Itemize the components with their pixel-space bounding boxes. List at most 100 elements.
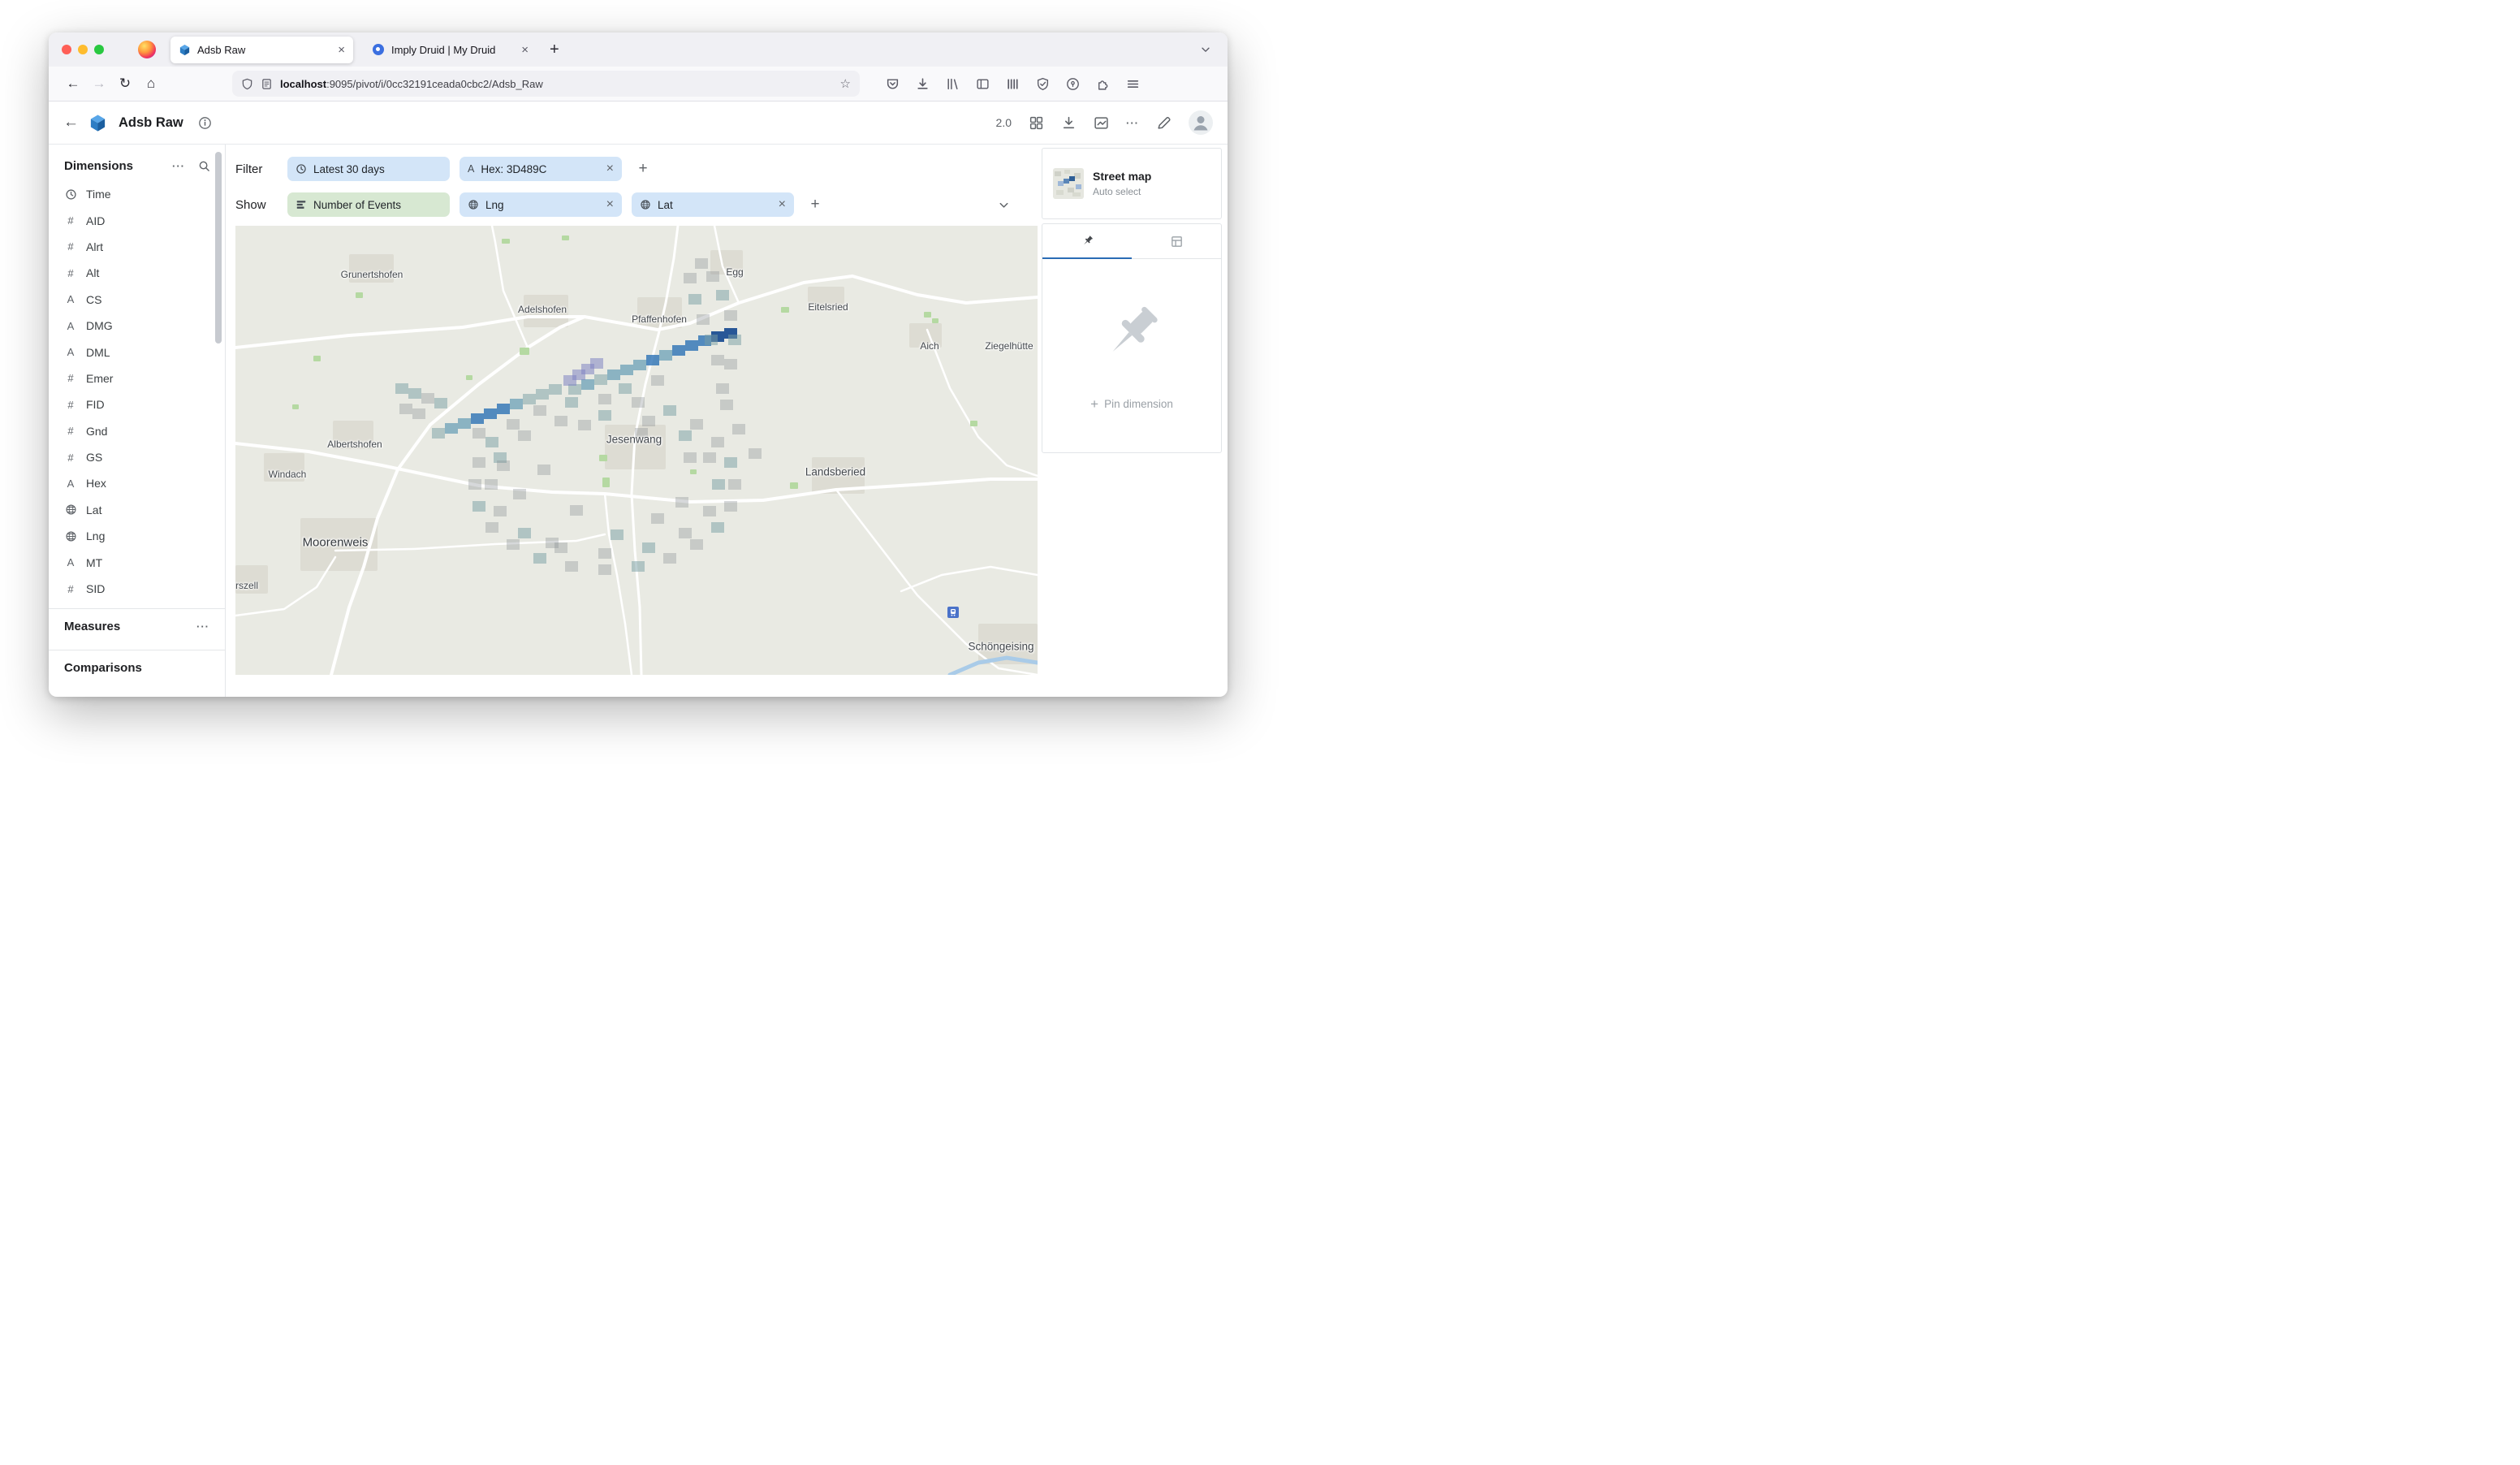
view-options-icon[interactable] xyxy=(1029,115,1044,131)
sidebar-item-time[interactable]: Time xyxy=(49,181,225,207)
show-pill[interactable]: Lng× xyxy=(460,192,622,217)
sidebar-item-emer[interactable]: #Emer xyxy=(49,365,225,391)
sidebar-item-alrt[interactable]: #Alrt xyxy=(49,234,225,260)
library-icon[interactable] xyxy=(946,77,960,91)
heatmap-cell xyxy=(554,416,567,426)
new-tab-button[interactable]: + xyxy=(550,41,559,59)
reload-button[interactable]: ↻ xyxy=(112,71,138,97)
back-button[interactable]: ← xyxy=(60,71,86,97)
url-bar[interactable]: localhost:9095/pivot/i/0cc32191ceada0cbc… xyxy=(232,71,860,97)
info-icon[interactable] xyxy=(198,116,212,130)
user-avatar[interactable] xyxy=(1189,110,1213,135)
sidebar-item-cs[interactable]: ACS xyxy=(49,287,225,313)
sidebar-item-hex[interactable]: AHex xyxy=(49,470,225,496)
heatmap-cell xyxy=(679,430,692,441)
home-button[interactable]: ⌂ xyxy=(138,71,164,97)
sidebar-item-fid[interactable]: #FID xyxy=(49,391,225,417)
chart-export-icon[interactable] xyxy=(1094,115,1109,131)
forward-button[interactable]: → xyxy=(86,71,112,97)
map-green-patch xyxy=(932,318,939,323)
remove-pill-icon[interactable]: × xyxy=(606,198,614,211)
map-label: Windach xyxy=(269,469,307,480)
tab-close-icon[interactable]: × xyxy=(338,43,345,57)
filter-pill[interactable]: AHex: 3D489C× xyxy=(460,157,622,181)
remove-pill-icon[interactable]: × xyxy=(606,162,614,175)
map-label: Egg xyxy=(726,266,743,278)
map-style-card[interactable]: Street map Auto select xyxy=(1042,148,1222,219)
sidebar-item-mt[interactable]: AMT xyxy=(49,549,225,575)
sidebar-toggle-icon[interactable] xyxy=(976,77,990,91)
measures-section[interactable]: Measures ··· xyxy=(49,608,225,643)
tracking-shield-icon[interactable] xyxy=(241,78,253,90)
tab-overflow-chevron-icon[interactable] xyxy=(1200,44,1211,55)
main-area: Filter Latest 30 daysAHex: 3D489C× + Sho… xyxy=(226,145,1038,697)
minimize-window-button[interactable] xyxy=(78,45,88,54)
map-green-patch xyxy=(502,239,510,244)
dimension-label: Alrt xyxy=(86,240,103,253)
letter-icon: A xyxy=(64,478,77,490)
pocket-icon[interactable] xyxy=(886,77,900,91)
pin-dimension-button[interactable]: + Pin dimension xyxy=(1090,397,1173,411)
bookmark-star-icon[interactable]: ☆ xyxy=(840,76,851,91)
sidebar-item-dmg[interactable]: ADMG xyxy=(49,313,225,339)
heatmap-cell xyxy=(494,506,507,516)
dimensions-more-icon[interactable]: ··· xyxy=(172,160,185,172)
heatmap-cell xyxy=(485,522,498,533)
add-show-button[interactable]: + xyxy=(804,193,826,216)
table-tab[interactable] xyxy=(1132,224,1221,258)
heatmap-cell xyxy=(619,383,632,394)
heatmap-cell xyxy=(581,379,594,390)
menu-hamburger-icon[interactable] xyxy=(1126,77,1140,91)
heatmap-cell xyxy=(598,394,611,404)
heatmap-cell xyxy=(471,413,484,424)
measures-more-icon[interactable]: ··· xyxy=(196,620,209,633)
browser-tab-imply-druid[interactable]: Imply Druid | My Druid × xyxy=(365,37,537,63)
heatmap-cell xyxy=(642,416,655,426)
map-visualization[interactable]: GrunertshofenAdelshofenPfaffenhofenEggEi… xyxy=(235,226,1038,675)
add-filter-button[interactable]: + xyxy=(632,158,654,180)
extensions-puzzle-icon[interactable] xyxy=(1096,77,1110,91)
heatmap-cell xyxy=(724,457,737,468)
show-pill[interactable]: Number of Events xyxy=(287,192,450,217)
pin-tab[interactable] xyxy=(1042,224,1132,258)
sidebar-item-lng[interactable]: Lng xyxy=(49,523,225,549)
heatmap-cell xyxy=(663,405,676,416)
map-label: Ziegelhütte xyxy=(985,340,1033,352)
sidebar-scrollbar[interactable] xyxy=(215,152,222,344)
sidebar-item-sid[interactable]: #SID xyxy=(49,576,225,602)
filter-pill[interactable]: Latest 30 days xyxy=(287,157,450,181)
tab-close-icon[interactable]: × xyxy=(521,43,529,57)
heatmap-cell xyxy=(395,383,408,394)
heatmap-cell xyxy=(724,310,737,321)
containers-icon[interactable] xyxy=(1006,77,1020,91)
browser-tab-adsb-raw[interactable]: Adsb Raw × xyxy=(170,37,353,63)
sidebar-item-dml[interactable]: ADML xyxy=(49,339,225,365)
zoom-window-button[interactable] xyxy=(94,45,104,54)
show-pill-list: Number of Events Lng× Lat× xyxy=(287,192,794,217)
sidebar-item-alt[interactable]: #Alt xyxy=(49,260,225,286)
comparisons-title: Comparisons xyxy=(64,661,142,675)
search-icon[interactable] xyxy=(198,160,210,172)
page-info-icon[interactable] xyxy=(261,78,273,90)
tab-title: Adsb Raw xyxy=(197,44,331,56)
remove-pill-icon[interactable]: × xyxy=(779,198,786,211)
adblock-shield-icon[interactable] xyxy=(1036,77,1050,91)
show-pill[interactable]: Lat× xyxy=(632,192,794,217)
password-manager-icon[interactable] xyxy=(1066,77,1080,91)
heatmap-cell xyxy=(632,397,645,408)
downloads-icon[interactable] xyxy=(916,77,930,91)
edit-pencil-icon[interactable] xyxy=(1156,115,1172,131)
hash-icon: # xyxy=(64,214,77,227)
close-window-button[interactable] xyxy=(62,45,71,54)
sidebar-item-lat[interactable]: Lat xyxy=(49,497,225,523)
collapse-chevron-icon[interactable] xyxy=(998,199,1010,211)
sidebar-item-gnd[interactable]: #Gnd xyxy=(49,418,225,444)
sidebar-item-gs[interactable]: #GS xyxy=(49,444,225,470)
app-back-button[interactable]: ← xyxy=(63,114,79,132)
comparisons-section[interactable]: Comparisons xyxy=(49,650,225,685)
heatmap-cell xyxy=(549,384,562,395)
download-icon[interactable] xyxy=(1061,115,1077,131)
sidebar-item-aid[interactable]: #AID xyxy=(49,207,225,233)
map-green-patch xyxy=(690,469,697,474)
more-options-icon[interactable]: ··· xyxy=(1126,117,1139,129)
